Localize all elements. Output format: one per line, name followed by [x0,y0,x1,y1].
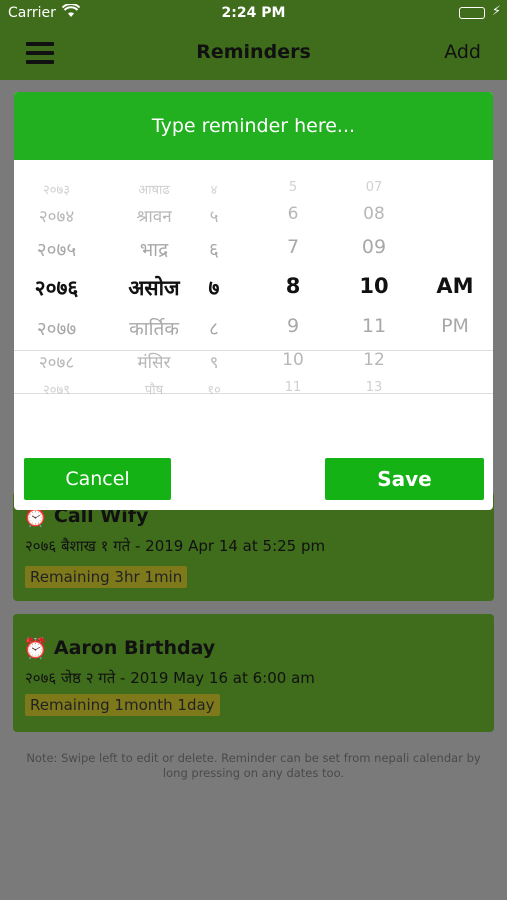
picker-option-year[interactable]: २०७३ [14,180,99,198]
page-title: Reminders [196,41,311,63]
battery-icon [459,7,485,19]
add-button[interactable]: Add [444,41,481,63]
status-time: 2:24 PM [221,5,286,21]
cancel-button[interactable]: Cancel [24,458,171,500]
date-time-picker[interactable]: २०७३ २०७४ २०७५ २०७६ २०७७ २०७८ २०७९ आषाढ श्रावन भा… [14,160,493,440]
remaining-badge: Remaining 3hr 1min [25,566,188,588]
picker-option-day[interactable]: ८ [174,315,254,341]
picker-column-day[interactable]: ४ ५ ६ ७ ८ ९ १० [174,160,254,398]
charging-icon: ⚡ [491,4,501,19]
reminder-date: २०७६ जेष्ठ २ गते - 2019 May 16 at 6:00 a… [25,669,315,687]
picker-option-minute[interactable]: 12 [324,350,424,370]
picker-column-year[interactable]: २०७३ २०७४ २०७५ २०७६ २०७७ २०७८ २०७९ [14,160,99,398]
picker-selected-minute[interactable]: 10 [324,274,424,298]
picker-option-day[interactable]: ६ [174,236,254,262]
picker-option-minute[interactable]: 07 [324,180,424,195]
add-reminder-dialog: Type reminder here... २०७३ २०७४ २०७५ २०७६ २०… [14,92,493,510]
save-button[interactable]: Save [325,458,484,500]
picker-option-minute[interactable]: 13 [324,380,424,395]
status-bar: Carrier 2:24 PM ⚡ [0,0,507,28]
picker-option-ampm[interactable]: PM [414,315,493,337]
picker-option-minute[interactable]: 11 [324,315,424,337]
picker-option-day[interactable]: १० [174,380,254,398]
reminder-title: ⏰ Aaron Birthday [23,636,216,660]
remaining-badge: Remaining 1month 1day [25,694,220,716]
picker-selected-day[interactable]: ७ [174,274,254,302]
help-note: Note: Swipe left to edit or delete. Remi… [26,751,481,780]
alarm-clock-icon: ⏰ [23,636,48,660]
picker-option-year[interactable]: २०७७ [14,315,99,341]
picker-option-minute[interactable]: 08 [324,204,424,224]
picker-column-ampm[interactable]: AM PM [414,160,493,356]
picker-column-minute[interactable]: 07 08 09 10 11 12 13 [324,160,424,395]
picker-option-year[interactable]: २०७८ [14,350,99,373]
picker-option-year[interactable]: २०७४ [14,204,99,227]
picker-option-year[interactable]: २०७९ [14,380,99,398]
nav-bar: Reminders Add [0,28,507,80]
picker-selected-ampm[interactable]: AM [414,274,493,298]
reminder-date: २०७६ बैशाख १ गते - 2019 Apr 14 at 5:25 p… [25,537,326,555]
reminder-card[interactable]: ⏰ Aaron Birthday २०७६ जेष्ठ २ गते - 2019… [13,614,494,732]
picker-option-year[interactable]: २०७५ [14,236,99,262]
hamburger-menu-icon[interactable] [26,42,54,64]
picker-option-day[interactable]: ५ [174,204,254,227]
picker-selected-year[interactable]: २०७६ [14,274,99,302]
picker-option-minute[interactable]: 09 [324,236,424,258]
picker-option-day[interactable]: ९ [174,350,254,373]
reminder-text-input[interactable]: Type reminder here... [14,92,493,160]
picker-option-day[interactable]: ४ [174,180,254,198]
